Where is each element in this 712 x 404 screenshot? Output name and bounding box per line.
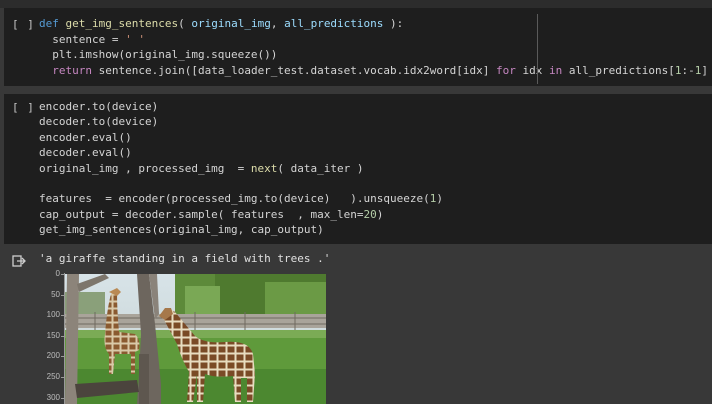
code-token: cap_output = decoder.sample( features , …: [39, 207, 364, 221]
y-tick-mark: [61, 335, 64, 337]
code-cell-1[interactable]: [ ] def get_img_sentences( original_img,…: [4, 8, 712, 86]
code-line[interactable]: sentence = ' ': [39, 32, 712, 48]
code-token: all_predictions[: [562, 63, 675, 77]
code-token: original_img: [191, 17, 271, 30]
code-token: ( data_iter ): [277, 161, 364, 175]
giraffe-image: [65, 274, 326, 404]
code-token: ): [436, 192, 443, 206]
code-token: sentence.join([data_loader_test.dataset.…: [92, 63, 496, 77]
y-tick-mark: [61, 377, 64, 378]
y-tick-mark: [61, 315, 64, 317]
y-tick-mark: [61, 397, 64, 399]
y-tick-mark: [61, 294, 64, 296]
run-cell-button[interactable]: [ ]: [12, 101, 35, 114]
y-tick-label: 50: [51, 289, 60, 299]
code-token: idx: [515, 63, 549, 77]
code-token: get_img_sentences: [65, 17, 179, 30]
code-token: ] ] ): [701, 63, 708, 77]
y-tick-label: 200: [46, 351, 60, 361]
y-tick-mark: [61, 356, 64, 358]
code-token: ' ': [125, 32, 145, 46]
code-token: 20: [363, 207, 377, 221]
text-cursor: [537, 14, 538, 84]
code-token: encoder.to(device): [39, 100, 159, 113]
code-token: sentence =: [39, 32, 126, 46]
run-cell-button[interactable]: [ ]: [12, 18, 35, 31]
code-line[interactable]: plt.imshow(original_img.squeeze()): [39, 47, 712, 63]
code-token: next: [250, 161, 278, 175]
code-token: ): [376, 207, 384, 221]
code-line[interactable]: decoder.eval(): [39, 145, 443, 160]
y-tick-label: 300: [46, 392, 60, 402]
code-token: :-: [681, 63, 695, 77]
code-token: plt.imshow(original_img.squeeze()): [39, 48, 278, 62]
code-line[interactable]: return sentence.join([data_loader_test.d…: [39, 63, 712, 79]
cell-output: 'a giraffe standing in a field with tree…: [0, 244, 712, 404]
code-line[interactable]: get_img_sentences(original_img, cap_outp…: [39, 222, 443, 237]
code-token: features = encoder(processed_img.to(devi…: [39, 192, 430, 206]
code-token: for: [495, 63, 516, 77]
code-token: get_img_sentences(original_img, cap_outp…: [39, 223, 324, 237]
code-line[interactable]: [39, 176, 443, 191]
code-line[interactable]: encoder.to(device): [39, 99, 443, 114]
code-token: def: [39, 17, 66, 30]
output-text: 'a giraffe standing in a field with tree…: [39, 252, 331, 265]
code-token: ):: [383, 17, 404, 30]
code-token: decoder.to(device): [39, 115, 159, 129]
code-token: in: [548, 63, 563, 77]
code-token: ,: [270, 17, 285, 30]
output-redirect-icon[interactable]: [12, 254, 26, 268]
code-line[interactable]: decoder.to(device): [39, 114, 443, 129]
code-line[interactable]: def get_img_sentences( original_img, all…: [39, 16, 712, 32]
code-token: return: [52, 63, 92, 77]
y-tick-label: 150: [46, 330, 60, 340]
code-token: encoder.eval(): [39, 130, 132, 144]
code-editor[interactable]: encoder.to(device) decoder.to(device) enco…: [39, 99, 443, 238]
y-tick-mark: [61, 274, 64, 275]
code-line[interactable]: encoder.eval(): [39, 130, 443, 145]
code-line[interactable]: features = encoder(processed_img.to(devi…: [39, 191, 443, 206]
code-token: decoder.eval(): [39, 146, 132, 160]
y-tick-label: 100: [46, 310, 60, 320]
toolbar-strip: [0, 0, 712, 8]
code-line[interactable]: cap_output = decoder.sample( features , …: [39, 207, 443, 222]
code-editor[interactable]: def get_img_sentences( original_img, all…: [39, 16, 712, 78]
code-line[interactable]: original_img , processed_img = next( dat…: [39, 161, 443, 176]
code-cell-2[interactable]: [ ] encoder.to(device) decoder.to(device)…: [4, 94, 712, 244]
code-token: original_img , processed_img =: [39, 161, 251, 175]
y-tick-label: 250: [46, 372, 60, 381]
code-token: (: [178, 17, 192, 30]
y-tick-label: 0: [55, 269, 60, 278]
code-token: all_predictions: [284, 17, 384, 30]
